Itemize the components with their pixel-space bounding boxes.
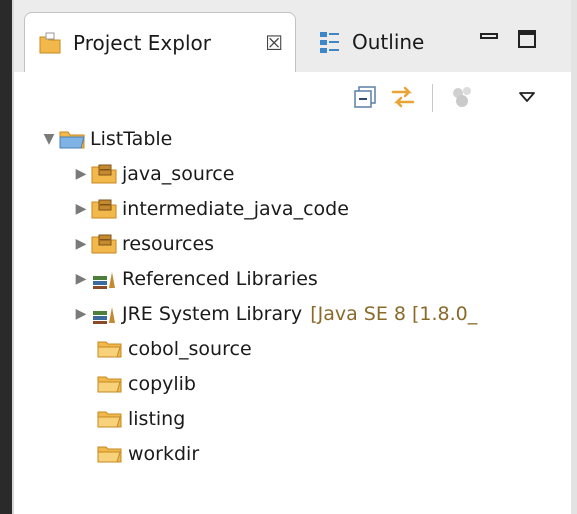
tree-item-label: java_source [122,163,235,185]
tree-item-jre-system-library[interactable]: ▶ JRE System Library [Java SE 8 [1.8.0_ [14,297,571,331]
tree-item-label: copylib [128,373,196,395]
toolbar-separator [432,84,433,114]
folder-icon [96,407,124,431]
package-folder-icon [90,197,118,221]
project-tree: ▼ ListTable ▶ java_source ▶ intermediate… [14,112,571,514]
link-with-editor-button[interactable] [386,80,420,114]
close-icon[interactable]: ☒ [265,31,283,55]
tree-item-resources[interactable]: ▶ resources [14,227,571,261]
folder-icon [96,442,124,466]
twisty-collapsed-icon[interactable]: ▶ [72,270,90,288]
tree-item-referenced-libraries[interactable]: ▶ Referenced Libraries [14,262,571,296]
tree-item-label: resources [122,233,215,255]
tree-item-listing[interactable]: listing [14,402,571,436]
twisty-collapsed-icon[interactable]: ▶ [72,165,90,183]
twisty-collapsed-icon[interactable]: ▶ [72,200,90,218]
tree-item-label: cobol_source [128,338,252,360]
library-icon [90,302,118,326]
twisty-collapsed-icon[interactable]: ▶ [72,305,90,323]
tree-item-workdir[interactable]: workdir [14,437,571,471]
collapse-all-button[interactable] [348,80,382,114]
project-folder-icon [58,127,86,151]
tab-outline-label: Outline [352,30,425,54]
tree-item-label: intermediate_java_code [122,198,349,220]
tree-item-listtable[interactable]: ▼ ListTable [14,122,571,156]
tree-item-label: listing [128,408,186,430]
tree-item-java-source[interactable]: ▶ java_source [14,157,571,191]
tab-project-explorer[interactable]: Project Explor ☒ [24,12,296,73]
tree-item-label: Referenced Libraries [122,268,318,290]
collapse-all-icon [354,86,376,108]
folder-icon [96,372,124,396]
tree-item-intermediate-java-code[interactable]: ▶ intermediate_java_code [14,192,571,226]
tab-outline[interactable]: Outline [304,12,454,72]
tree-item-decoration: [Java SE 8 [1.8.0_ [310,303,478,325]
library-icon [90,267,118,291]
twisty-collapsed-icon[interactable]: ▶ [72,235,90,253]
tab-project-explorer-label: Project Explor [73,31,211,55]
package-folder-icon [90,232,118,256]
view-menu-icon [519,92,535,102]
folder-icon [96,337,124,361]
focus-on-active-task-button[interactable] [446,80,480,114]
minimize-view-button[interactable] [476,26,502,52]
tree-item-label: ListTable [90,128,173,150]
tree-item-label: JRE System Library [122,303,303,325]
project-explorer-icon [37,29,65,57]
right-panel-edge [570,0,577,514]
view-menu-button[interactable] [510,80,544,114]
outline-icon [316,28,344,56]
link-with-editor-icon [391,86,415,108]
maximize-view-button[interactable] [514,26,540,52]
tree-item-cobol-source[interactable]: cobol_source [14,332,571,366]
package-folder-icon [90,162,118,186]
tree-item-label: workdir [128,443,200,465]
focus-task-icon [453,87,471,107]
maximize-icon [518,30,536,48]
minimize-icon [480,33,498,39]
view-tab-bar: Project Explor ☒ Outline [14,0,571,73]
left-panel-edge [0,0,12,514]
twisty-expanded-icon[interactable]: ▼ [40,130,58,148]
tree-item-copylib[interactable]: copylib [14,367,571,401]
